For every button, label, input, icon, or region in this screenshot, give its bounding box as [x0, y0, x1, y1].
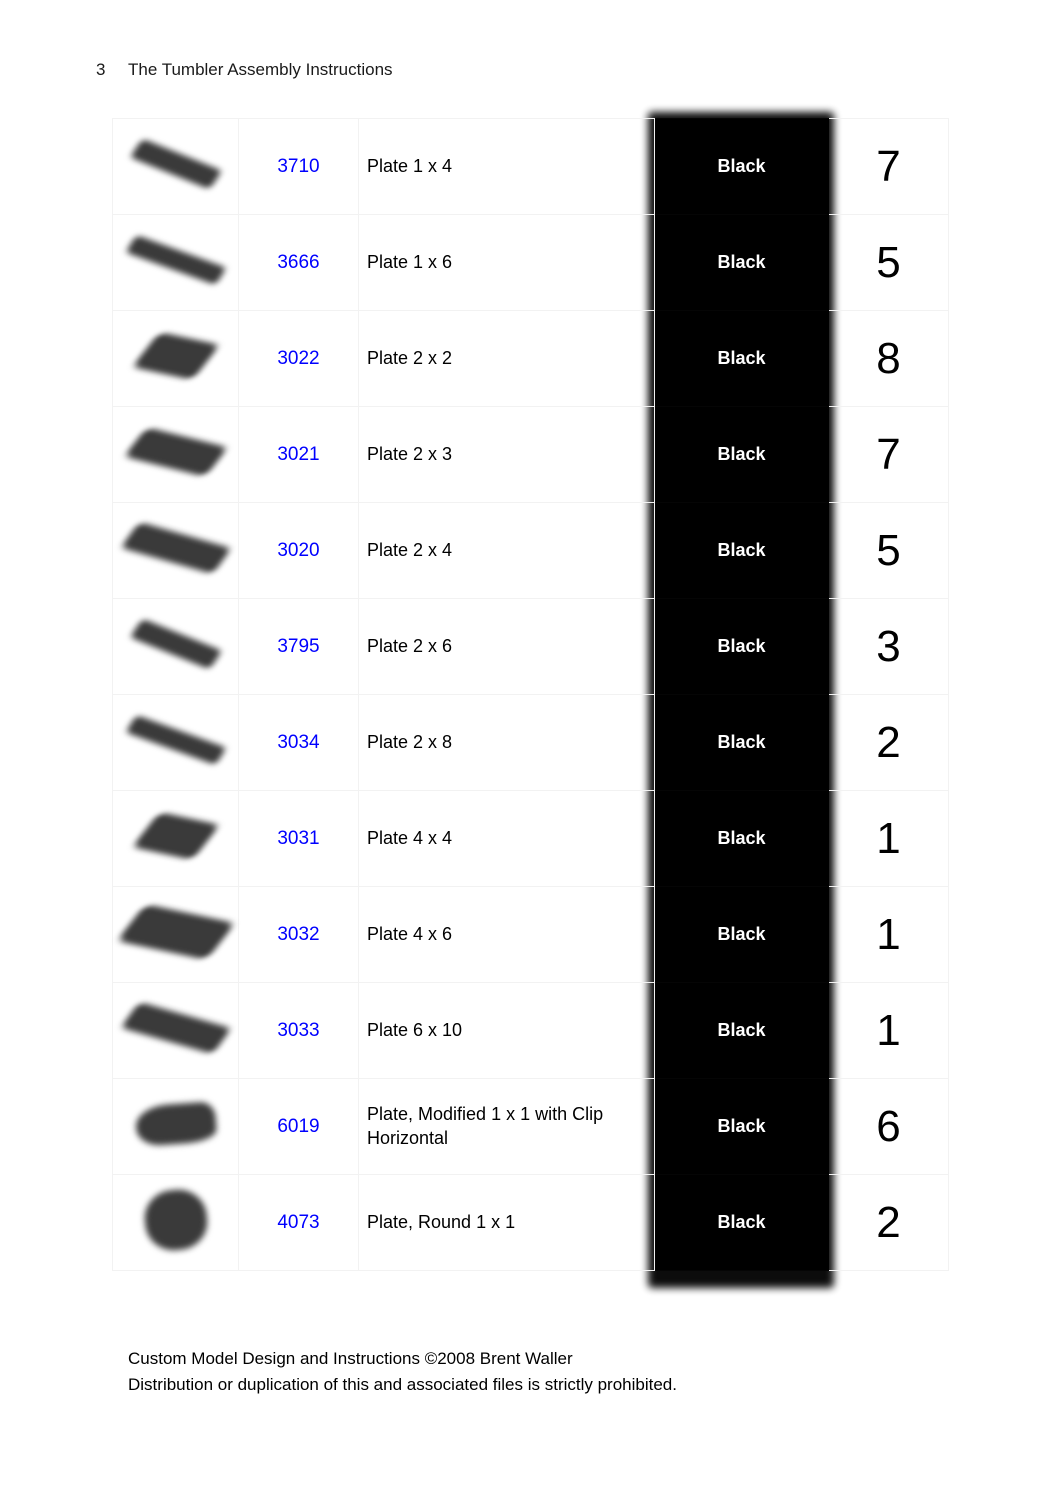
part-color-cell: Black [654, 886, 829, 983]
part-color-cell: Black [654, 982, 829, 1079]
part-description-cell: Plate 2 x 4 [358, 502, 655, 599]
table-row: 4073 Plate, Round 1 x 1 Black 2 [112, 1174, 949, 1271]
part-image-cell [112, 214, 239, 311]
part-color-cell: Black [654, 790, 829, 887]
part-number-cell[interactable]: 3021 [238, 406, 359, 503]
part-color-cell: Black [654, 1078, 829, 1175]
part-image-cell [112, 406, 239, 503]
table-row: 3710 Plate 1 x 4 Black 7 [112, 118, 949, 215]
plate-4x6-icon [116, 904, 235, 960]
part-description-cell: Plate, Round 1 x 1 [358, 1174, 655, 1271]
table-row: 3020 Plate 2 x 4 Black 5 [112, 502, 949, 599]
plate-clip-icon [134, 1101, 217, 1147]
part-quantity-cell: 7 [828, 406, 949, 503]
part-quantity-cell: 5 [828, 214, 949, 311]
part-number-cell[interactable]: 3022 [238, 310, 359, 407]
page-number: 3 [96, 60, 106, 79]
part-number-cell[interactable]: 3666 [238, 214, 359, 311]
document-title: The Tumbler Assembly Instructions [128, 60, 393, 79]
plate-2x3-icon [123, 427, 228, 477]
part-description-cell: Plate 1 x 4 [358, 118, 655, 215]
parts-table-body: 3710 Plate 1 x 4 Black 7 3666 Plate 1 x 6 Blac… [112, 118, 949, 1271]
plate-2x6-icon [129, 618, 222, 670]
table-row: 3031 Plate 4 x 4 Black 1 [112, 790, 949, 887]
plate-1x6-icon [124, 234, 227, 286]
table-row: 3033 Plate 6 x 10 Black 1 [112, 982, 949, 1079]
part-color-cell: Black [654, 1174, 829, 1271]
part-image-cell [112, 502, 239, 599]
part-color-cell: Black [654, 406, 829, 503]
part-image-cell [112, 694, 239, 791]
part-color-cell: Black [654, 118, 829, 215]
part-color-cell: Black [654, 598, 829, 695]
part-description-cell: Plate 2 x 3 [358, 406, 655, 503]
plate-2x8-icon [124, 714, 227, 766]
part-image-cell [112, 598, 239, 695]
part-number-cell[interactable]: 3020 [238, 502, 359, 599]
part-description-cell: Plate 2 x 2 [358, 310, 655, 407]
part-image-cell [112, 790, 239, 887]
table-row: 3795 Plate 2 x 6 Black 3 [112, 598, 949, 695]
part-image-cell [112, 118, 239, 215]
plate-1x4-icon [129, 138, 222, 190]
part-quantity-cell: 6 [828, 1078, 949, 1175]
plate-2x2-icon [131, 332, 220, 380]
parts-table: 3710 Plate 1 x 4 Black 7 3666 Plate 1 x 6 Blac… [112, 118, 949, 1271]
part-color-cell: Black [654, 502, 829, 599]
part-description-cell: Plate 1 x 6 [358, 214, 655, 311]
part-number-cell[interactable]: 3034 [238, 694, 359, 791]
part-number-cell[interactable]: 3795 [238, 598, 359, 695]
plate-6x10-icon [119, 1001, 232, 1055]
part-quantity-cell: 1 [828, 790, 949, 887]
copyright-footer: Custom Model Design and Instructions ©20… [128, 1346, 677, 1399]
part-number-cell[interactable]: 3032 [238, 886, 359, 983]
part-color-cell: Black [654, 310, 829, 407]
part-description-cell: Plate 2 x 6 [358, 598, 655, 695]
table-row: 3021 Plate 2 x 3 Black 7 [112, 406, 949, 503]
plate-round-icon [141, 1186, 210, 1254]
part-number-cell[interactable]: 3710 [238, 118, 359, 215]
part-description-cell: Plate 6 x 10 [358, 982, 655, 1079]
part-description-cell: Plate 4 x 4 [358, 790, 655, 887]
part-quantity-cell: 8 [828, 310, 949, 407]
part-image-cell [112, 1078, 239, 1175]
plate-4x4-icon [131, 812, 220, 860]
table-row: 3666 Plate 1 x 6 Black 5 [112, 214, 949, 311]
table-row: 3032 Plate 4 x 6 Black 1 [112, 886, 949, 983]
part-description-cell: Plate, Modified 1 x 1 with Clip Horizont… [358, 1078, 655, 1175]
part-quantity-cell: 1 [828, 982, 949, 1079]
part-quantity-cell: 5 [828, 502, 949, 599]
part-quantity-cell: 7 [828, 118, 949, 215]
part-description-cell: Plate 2 x 8 [358, 694, 655, 791]
part-number-cell[interactable]: 4073 [238, 1174, 359, 1271]
part-image-cell [112, 886, 239, 983]
part-quantity-cell: 3 [828, 598, 949, 695]
part-description-cell: Plate 4 x 6 [358, 886, 655, 983]
part-quantity-cell: 2 [828, 1174, 949, 1271]
part-color-cell: Black [654, 694, 829, 791]
table-row: 3034 Plate 2 x 8 Black 2 [112, 694, 949, 791]
part-quantity-cell: 1 [828, 886, 949, 983]
parts-list-container: 3710 Plate 1 x 4 Black 7 3666 Plate 1 x 6 Blac… [112, 112, 949, 1288]
table-row: 3022 Plate 2 x 2 Black 8 [112, 310, 949, 407]
plate-2x4-icon [119, 521, 232, 575]
part-image-cell [112, 310, 239, 407]
footer-line-1: Custom Model Design and Instructions ©20… [128, 1349, 573, 1368]
part-quantity-cell: 2 [828, 694, 949, 791]
part-color-cell: Black [654, 214, 829, 311]
part-image-cell [112, 982, 239, 1079]
footer-line-2: Distribution or duplication of this and … [128, 1375, 677, 1395]
part-number-cell[interactable]: 6019 [238, 1078, 359, 1175]
page-header: 3 The Tumbler Assembly Instructions [96, 60, 393, 80]
part-image-cell [112, 1174, 239, 1271]
part-number-cell[interactable]: 3031 [238, 790, 359, 887]
table-row: 6019 Plate, Modified 1 x 1 with Clip Hori… [112, 1078, 949, 1175]
part-number-cell[interactable]: 3033 [238, 982, 359, 1079]
